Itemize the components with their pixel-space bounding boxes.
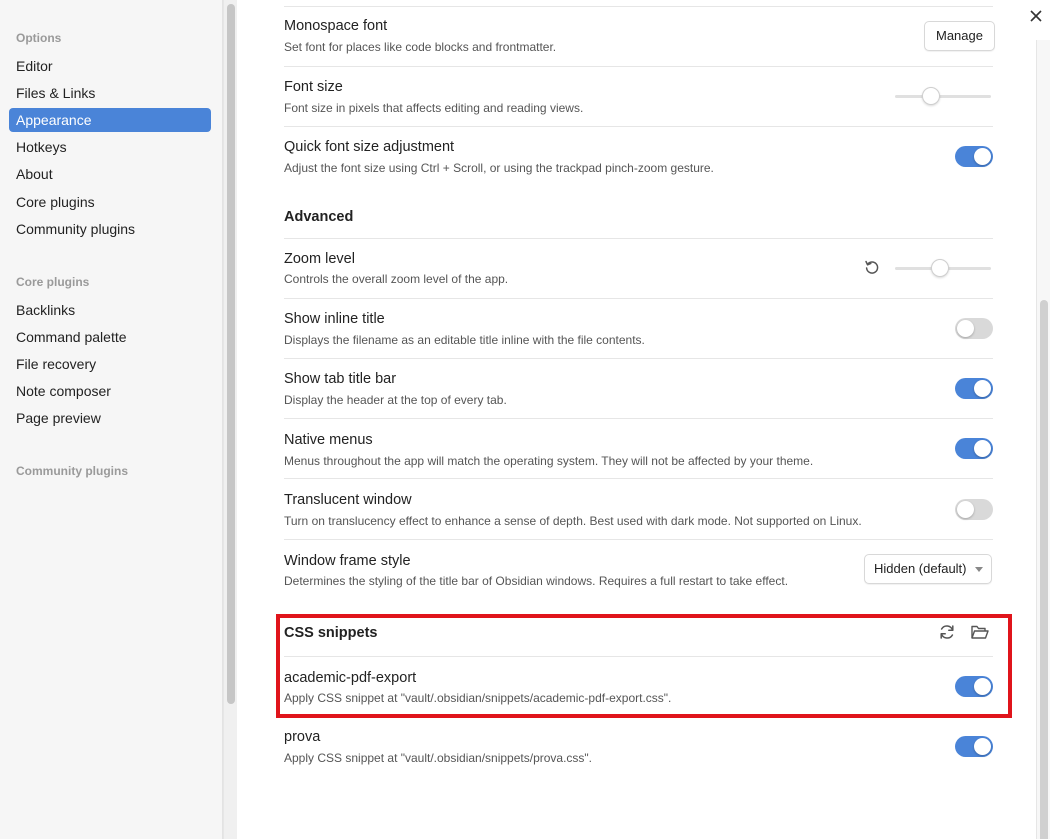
sidebar-heading-core-plugins: Core plugins — [16, 275, 90, 289]
setting-description: Displays the filename as an editable tit… — [284, 333, 645, 347]
close-icon[interactable] — [1027, 8, 1045, 26]
setting-name: Show inline title — [284, 311, 385, 327]
font-size-slider[interactable] — [895, 87, 991, 105]
setting-name: Quick font size adjustment — [284, 139, 455, 155]
content-scrollbar[interactable] — [1036, 40, 1050, 839]
setting-name: Native menus — [284, 432, 373, 448]
highlight-box — [276, 614, 1012, 718]
select-value: Hidden (default) — [874, 561, 967, 576]
sidebar-item-backlinks[interactable]: Backlinks — [9, 298, 211, 322]
setting-description: Turn on translucency effect to enhance a… — [284, 514, 862, 528]
sidebar-item-hotkeys[interactable]: Hotkeys — [9, 135, 211, 159]
native-menus-toggle[interactable] — [955, 438, 993, 459]
snippet-toggle-prova[interactable] — [955, 736, 993, 757]
sidebar-item-about[interactable]: About — [9, 162, 211, 186]
snippet-item: prova Apply CSS snippet at "vault/.obsid… — [284, 717, 993, 777]
sidebar-heading-options: Options — [16, 31, 62, 45]
setting-name: Window frame style — [284, 553, 411, 569]
setting-name: Show tab title bar — [284, 371, 397, 387]
setting-zoom-level: Zoom level Controls the overall zoom lev… — [284, 238, 993, 298]
setting-description: Controls the overall zoom level of the a… — [284, 272, 509, 286]
slider-track — [895, 95, 991, 98]
tab-title-bar-toggle[interactable] — [955, 378, 993, 399]
sidebar-item-community-plugins[interactable]: Community plugins — [9, 217, 211, 241]
sidebar-item-files-links[interactable]: Files & Links — [9, 81, 211, 105]
sidebar-item-editor[interactable]: Editor — [9, 54, 211, 78]
setting-name: Translucent window — [284, 492, 412, 508]
sidebar-item-note-composer[interactable]: Note composer — [9, 379, 211, 403]
sidebar-scrollbar-thumb[interactable] — [227, 4, 235, 704]
sidebar-item-appearance[interactable]: Appearance — [9, 108, 211, 132]
snippet-name: prova — [284, 729, 321, 745]
sidebar-item-file-recovery[interactable]: File recovery — [9, 352, 211, 376]
setting-description: Determines the styling of the title bar … — [284, 574, 789, 588]
setting-translucent-window: Translucent window Turn on translucency … — [284, 478, 993, 538]
setting-monospace-font: Monospace font Set font for places like … — [284, 6, 993, 66]
settings-sidebar: Options Editor Files & Links Appearance … — [0, 0, 223, 839]
content-scrollbar-thumb[interactable] — [1040, 300, 1048, 839]
setting-font-size: Font size Font size in pixels that affec… — [284, 66, 993, 126]
setting-name: Font size — [284, 79, 343, 95]
window-frame-style-select[interactable]: Hidden (default) — [864, 554, 992, 584]
setting-description: Adjust the font size using Ctrl + Scroll… — [284, 161, 714, 175]
sidebar-heading-community-plugins: Community plugins — [16, 464, 128, 478]
setting-tab-title-bar: Show tab title bar Display the header at… — [284, 358, 993, 418]
quick-font-size-toggle[interactable] — [955, 146, 993, 167]
setting-description: Set font for places like code blocks and… — [284, 40, 557, 54]
setting-description: Menus throughout the app will match the … — [284, 454, 814, 468]
snippet-description: Apply CSS snippet at "vault/.obsidian/sn… — [284, 751, 593, 765]
setting-native-menus: Native menus Menus throughout the app wi… — [284, 418, 993, 478]
chevron-down-icon — [974, 567, 983, 572]
sidebar-item-core-plugins[interactable]: Core plugins — [9, 190, 211, 214]
setting-description: Font size in pixels that affects editing… — [284, 101, 584, 115]
slider-thumb[interactable] — [922, 87, 940, 105]
setting-inline-title: Show inline title Displays the filename … — [284, 298, 993, 358]
reset-icon[interactable] — [863, 258, 883, 278]
setting-name: Zoom level — [284, 251, 355, 267]
setting-description: Display the header at the top of every t… — [284, 393, 507, 407]
section-title-advanced: Advanced — [284, 209, 354, 225]
setting-name: Monospace font — [284, 18, 388, 34]
setting-quick-font-size: Quick font size adjustment Adjust the fo… — [284, 126, 993, 186]
sidebar-item-command-palette[interactable]: Command palette — [9, 325, 211, 349]
translucent-window-toggle[interactable] — [955, 499, 993, 520]
sidebar-scrollbar[interactable] — [223, 0, 237, 839]
slider-thumb[interactable] — [931, 259, 949, 277]
inline-title-toggle[interactable] — [955, 318, 993, 339]
zoom-level-slider[interactable] — [895, 259, 991, 277]
manage-fonts-button[interactable]: Manage — [924, 21, 995, 51]
sidebar-item-page-preview[interactable]: Page preview — [9, 406, 211, 430]
